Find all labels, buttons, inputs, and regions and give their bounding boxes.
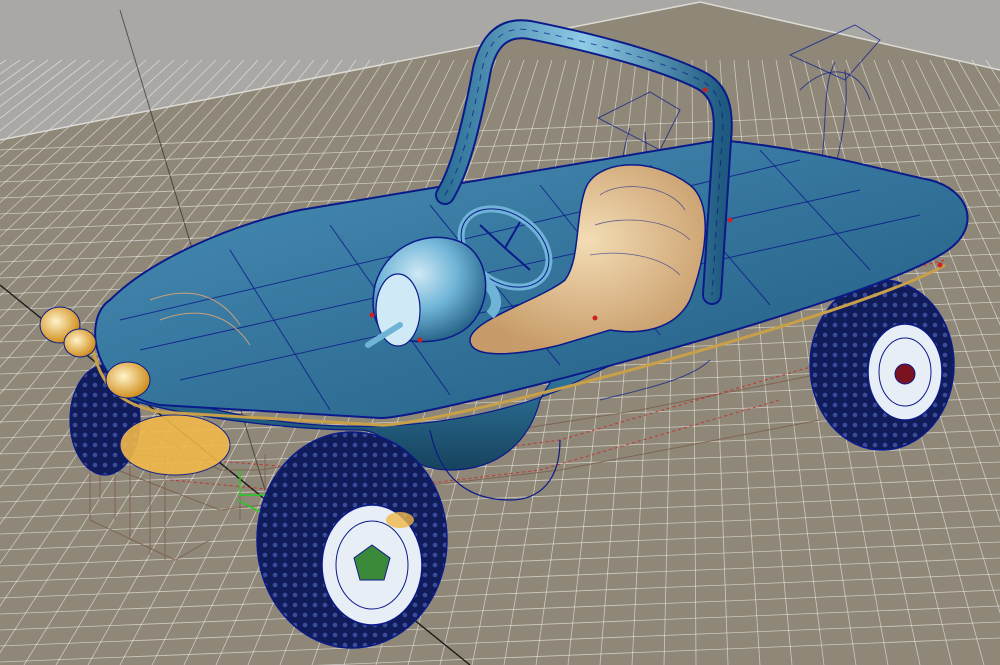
3d-viewport[interactable]: [0, 0, 1000, 665]
headlight-right: [105, 361, 151, 399]
headlight-middle: [63, 328, 97, 358]
rim-highlight: [386, 512, 414, 528]
front-left-wheel[interactable]: [256, 431, 448, 649]
viewport-scene[interactable]: [0, 0, 1000, 665]
front-bumper-light: [119, 414, 231, 476]
rear-right-wheel[interactable]: [809, 279, 955, 451]
hub-cap: [894, 363, 916, 385]
